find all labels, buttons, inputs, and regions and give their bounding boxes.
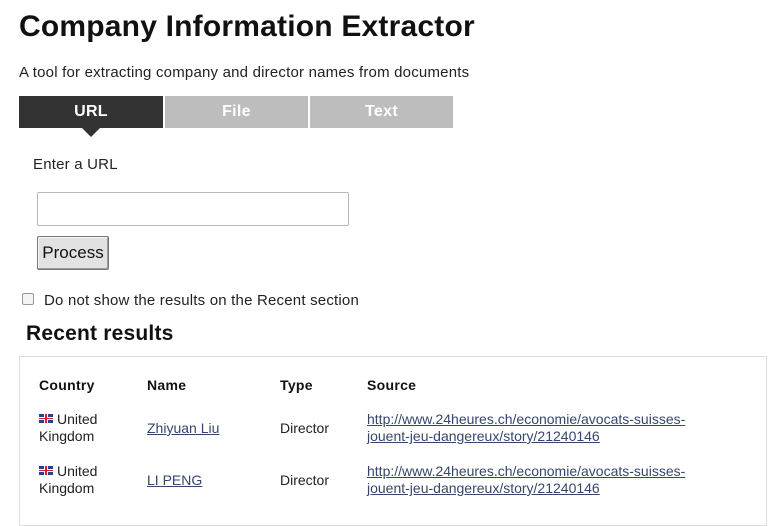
hide-results-label[interactable]: Do not show the results on the Recent se… <box>44 292 359 309</box>
source-link[interactable]: http://www.24heures.ch/economie/avocats-… <box>367 411 685 444</box>
process-button[interactable]: Process <box>37 236 109 270</box>
hide-results-checkbox[interactable] <box>22 293 34 305</box>
type-cell: Director <box>280 420 330 436</box>
source-link[interactable]: http://www.24heures.ch/economie/avocats-… <box>367 463 685 496</box>
page-subtitle: A tool for extracting company and direct… <box>19 64 470 81</box>
director-name-link[interactable]: LI PENG <box>147 472 202 488</box>
name-cell: Zhiyuan Liu <box>147 420 219 437</box>
tab-url[interactable]: URL <box>19 96 163 137</box>
country-cell: United Kingdom <box>39 411 97 445</box>
url-input[interactable] <box>37 192 349 226</box>
type-cell: Director <box>280 472 330 488</box>
source-cell: http://www.24heures.ch/economie/avocats-… <box>367 411 685 445</box>
recent-results-table: Country Name Type Source United Kingdom … <box>19 356 767 526</box>
uk-flag-icon <box>39 414 53 423</box>
country-line-1: United <box>57 463 98 479</box>
source-cell: http://www.24heures.ch/economie/avocats-… <box>367 463 685 497</box>
input-mode-tabs: URL File Text <box>19 96 455 137</box>
country-cell: United Kingdom <box>39 463 97 497</box>
country-line-1: United <box>57 411 98 427</box>
name-cell: LI PENG <box>147 472 202 489</box>
column-header-name: Name <box>147 377 187 393</box>
column-header-type: Type <box>280 377 313 393</box>
recent-results-heading: Recent results <box>26 322 174 345</box>
table-row: United Kingdom LI PENG Director http://w… <box>20 463 766 507</box>
column-header-country: Country <box>39 377 95 393</box>
country-line-2: Kingdom <box>39 480 95 496</box>
column-header-source: Source <box>367 377 417 393</box>
url-field-label: Enter a URL <box>33 156 118 173</box>
page-title: Company Information Extractor <box>19 10 475 43</box>
table-row: United Kingdom Zhiyuan Liu Director http… <box>20 411 766 455</box>
tab-text[interactable]: Text <box>310 96 453 128</box>
tab-file[interactable]: File <box>165 96 308 128</box>
uk-flag-icon <box>39 466 53 475</box>
director-name-link[interactable]: Zhiyuan Liu <box>147 420 219 436</box>
country-line-2: Kingdom <box>39 428 95 444</box>
hide-results-option: Do not show the results on the Recent se… <box>22 292 359 309</box>
